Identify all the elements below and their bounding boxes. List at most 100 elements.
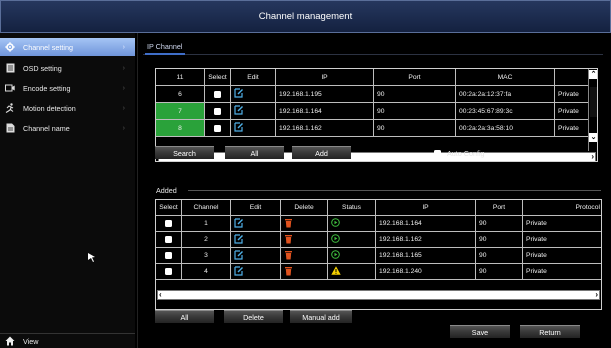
channel-number: 8 <box>156 120 205 137</box>
vertical-scrollbar[interactable]: ⌃ ⌄ <box>588 69 597 151</box>
delete-cell <box>281 248 328 264</box>
trash-icon[interactable] <box>284 234 293 246</box>
sidebar: Channel setting › OSD setting › Encode s… <box>0 33 135 348</box>
table-row[interactable]: 2 192.168.1.162 90 Private <box>156 232 601 248</box>
save-button[interactable]: Save <box>450 325 510 338</box>
edit-icon[interactable] <box>234 88 244 100</box>
select-checkbox[interactable] <box>165 236 172 243</box>
column-header: Protocol <box>523 200 601 216</box>
edit-cell <box>231 103 276 120</box>
port-cell: 90 <box>476 264 523 280</box>
add-button[interactable]: Add <box>292 146 351 159</box>
view-button[interactable]: View <box>0 333 135 348</box>
tab-active-indicator <box>145 53 185 55</box>
scroll-right-icon[interactable]: › <box>595 291 598 299</box>
table-row[interactable]: 6 192.168.1.195 90 00:2a:2a:12:37:fa Pri… <box>156 86 597 103</box>
select-checkbox[interactable] <box>214 107 221 115</box>
view-label: View <box>23 336 39 346</box>
ip-cell: 192.168.1.162 <box>376 232 476 248</box>
trash-icon[interactable] <box>284 266 293 278</box>
sidebar-item-label: Encode setting <box>23 83 71 93</box>
select-checkbox[interactable] <box>165 268 172 275</box>
status-cell <box>328 248 376 264</box>
column-header: 11 <box>156 69 205 86</box>
scroll-left-icon[interactable]: ‹ <box>159 291 162 299</box>
sidebar-item-osd-setting[interactable]: OSD setting › <box>0 59 135 77</box>
edit-cell <box>231 232 281 248</box>
column-header: IP <box>376 200 476 216</box>
play-status-icon <box>331 234 340 245</box>
port-cell: 90 <box>374 120 456 137</box>
delete-cell <box>281 264 328 280</box>
table-row[interactable]: 4 192.168.1.240 90 Private <box>156 264 601 280</box>
status-cell <box>328 216 376 232</box>
added-horizontal-scrollbar[interactable]: ‹ › <box>157 290 600 300</box>
table-row[interactable]: 8 192.168.1.162 90 00:2a:2a:3a:58:10 Pri… <box>156 120 597 137</box>
select-all-button[interactable]: All <box>155 310 214 323</box>
select-checkbox[interactable] <box>165 252 172 259</box>
table-row[interactable]: 3 192.168.1.165 90 Private <box>156 248 601 264</box>
edit-icon[interactable] <box>234 105 244 117</box>
column-header: Port <box>374 69 456 86</box>
column-header: Status <box>328 200 376 216</box>
edit-icon[interactable] <box>234 249 244 262</box>
tab-divider <box>143 54 603 55</box>
status-cell <box>328 264 376 280</box>
sidebar-item-channel-setting[interactable]: Channel setting › <box>0 38 135 56</box>
return-button[interactable]: Return <box>520 325 580 338</box>
mouse-cursor-icon <box>88 253 96 264</box>
play-status-icon <box>331 218 340 229</box>
scroll-thumb[interactable] <box>590 87 597 117</box>
ip-cell: 192.168.1.164 <box>276 103 374 120</box>
auto-config-option[interactable]: Auto Config <box>434 149 485 158</box>
port-cell: 90 <box>476 232 523 248</box>
all-button[interactable]: All <box>225 146 284 159</box>
chevron-right-icon: › <box>122 104 125 112</box>
select-cell <box>205 120 231 137</box>
trash-icon[interactable] <box>284 250 293 262</box>
edit-cell <box>231 248 281 264</box>
edit-icon[interactable] <box>234 265 244 278</box>
edit-icon[interactable] <box>234 233 244 246</box>
title-bar: Channel management <box>0 0 611 33</box>
column-header: Port <box>476 200 523 216</box>
trash-icon[interactable] <box>284 218 293 230</box>
scroll-down-icon[interactable]: ⌄ <box>589 133 597 142</box>
sidebar-item-label: Motion detection <box>23 103 76 113</box>
manual-add-button[interactable]: Manual add <box>290 310 352 323</box>
select-cell <box>205 86 231 103</box>
protocol-cell: Private <box>523 232 601 248</box>
scroll-up-icon[interactable]: ⌃ <box>589 70 597 79</box>
ip-cell: 192.168.1.240 <box>376 264 476 280</box>
auto-config-checkbox[interactable] <box>434 150 441 157</box>
table-row[interactable]: 1 192.168.1.164 90 Private <box>156 216 601 232</box>
ip-cell: 192.168.1.195 <box>276 86 374 103</box>
sidebar-item-motion-detection[interactable]: Motion detection › <box>0 99 135 117</box>
video-encode-icon <box>5 83 15 93</box>
document-icon <box>5 63 15 73</box>
column-header: Select <box>156 200 182 216</box>
port-cell: 90 <box>374 103 456 120</box>
edit-icon[interactable] <box>234 217 244 230</box>
table-row[interactable]: 7 192.168.1.164 90 00:23:45:67:89:3c Pri… <box>156 103 597 120</box>
select-checkbox[interactable] <box>214 90 221 98</box>
tab-ip-channel[interactable]: IP Channel <box>147 42 182 51</box>
page-icon <box>5 123 15 133</box>
channel-cell: 1 <box>182 216 231 232</box>
sidebar-item-channel-name[interactable]: Channel name › <box>0 119 135 137</box>
select-checkbox[interactable] <box>214 124 221 132</box>
edit-icon[interactable] <box>234 122 244 134</box>
edit-cell <box>231 264 281 280</box>
column-header: Channel <box>182 200 231 216</box>
search-button[interactable]: Search <box>155 146 214 159</box>
column-header: Select <box>205 69 231 86</box>
scroll-right-icon[interactable]: › <box>591 153 594 161</box>
ip-cell: 192.168.1.165 <box>376 248 476 264</box>
horizontal-scrollbar[interactable]: ‹ › <box>158 152 596 161</box>
select-checkbox[interactable] <box>165 220 172 227</box>
sidebar-item-label: OSD setting <box>23 63 62 73</box>
sidebar-item-encode-setting[interactable]: Encode setting › <box>0 79 135 97</box>
mac-cell: 00:2a:2a:12:37:fa <box>456 86 555 103</box>
delete-button[interactable]: Delete <box>224 310 283 323</box>
select-cell <box>156 248 182 264</box>
